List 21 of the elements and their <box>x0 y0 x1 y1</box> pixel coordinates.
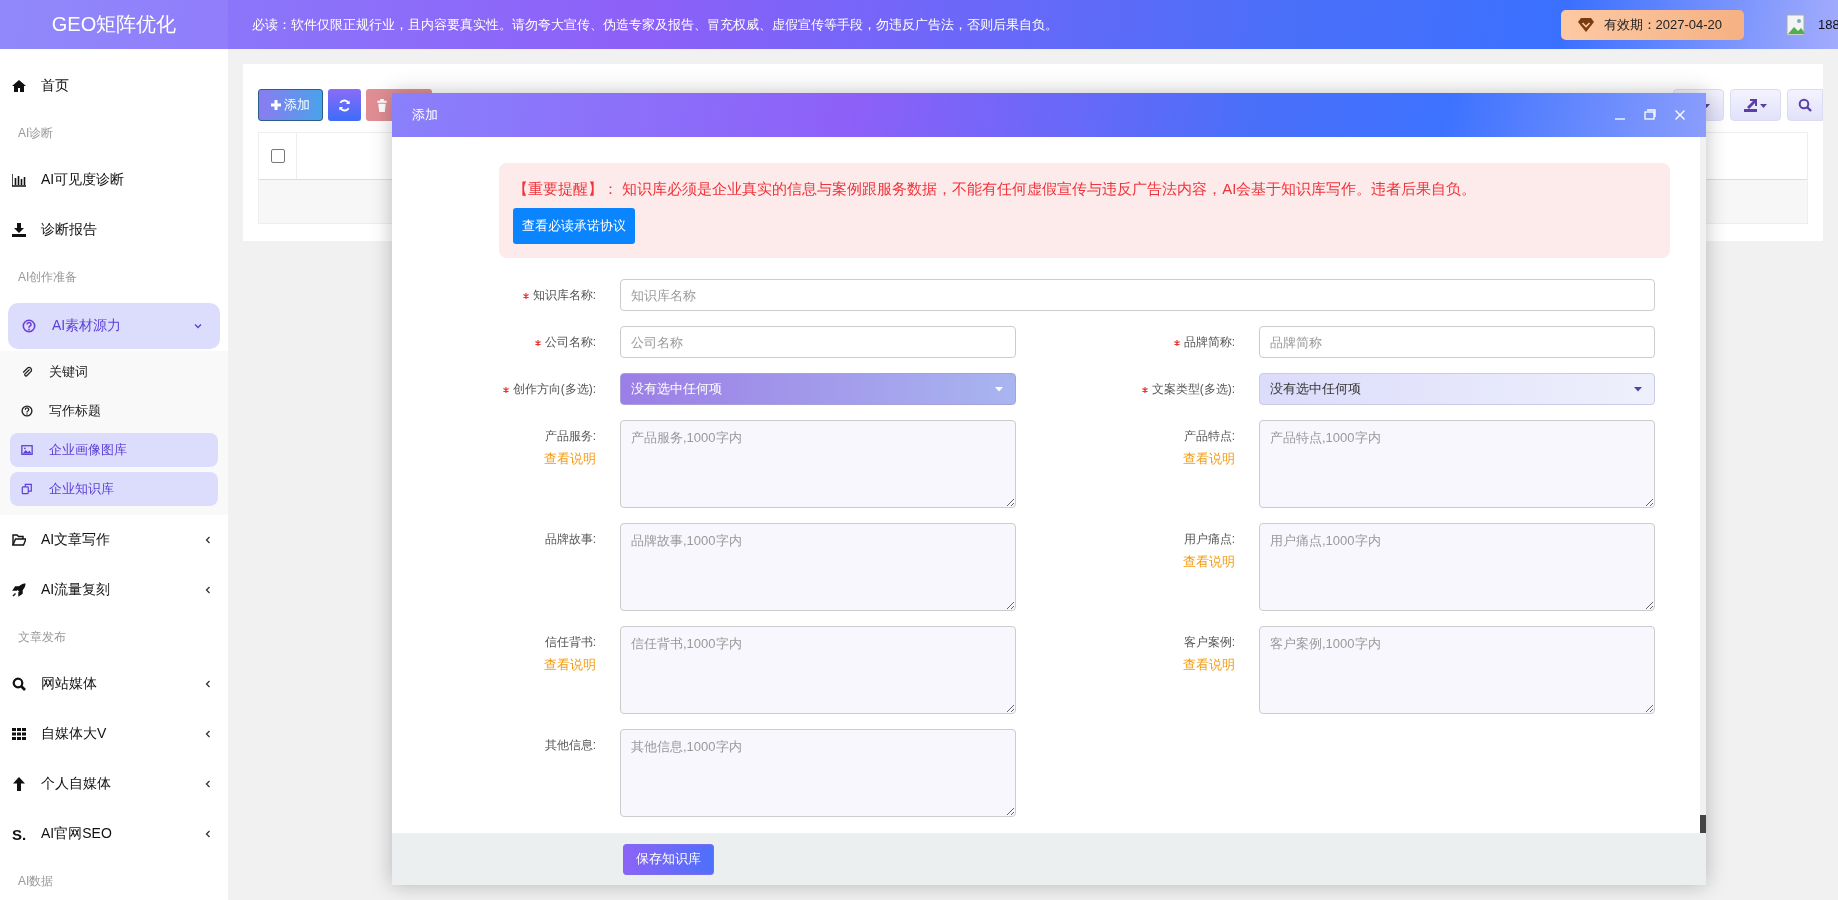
section-label: AI诊断 <box>17 125 55 142</box>
field-label: 产品特点: <box>1183 428 1235 445</box>
field-label: 品牌简称: <box>1183 334 1235 351</box>
field-label: 文案类型(多选): <box>1151 381 1235 398</box>
section-label: 文章发布 <box>17 629 67 646</box>
logo-icon: S. <box>12 825 26 843</box>
field-label: 产品服务: <box>544 428 596 445</box>
field-label: 客户案例: <box>1183 634 1235 651</box>
field-label: 公司名称: <box>544 334 596 351</box>
dialog-title: 添加 <box>412 106 438 124</box>
warning-text: 【重要提醒】： 知识库必须是企业真实的信息与案例跟服务数据，不能有任何虚假宣传与违反广告法内容，AI会基于知识库写作。违者后果自负。 <box>513 179 1478 199</box>
validity-text: 有效期：2027-04-20 <box>1603 15 1722 34</box>
field-label: 信任背书: <box>544 634 596 651</box>
field-label: 其他信息: <box>544 737 596 754</box>
field-label: 创作方向(多选): <box>512 381 596 398</box>
section-label: AI创作准备 <box>17 269 79 286</box>
field-label: 用户痛点: <box>1183 531 1235 548</box>
field-label: 品牌故事: <box>544 531 596 548</box>
section-label: AI数据 <box>17 873 55 890</box>
field-label: 知识库名称: <box>532 287 596 304</box>
notice-text: 必读：软件仅限正规行业，且内容要真实性。请勿夸大宣传、伪造专家及报告、冒充权威、虚假宣传等手段，勿违反广告法，否则后果自负。 <box>252 15 1059 34</box>
